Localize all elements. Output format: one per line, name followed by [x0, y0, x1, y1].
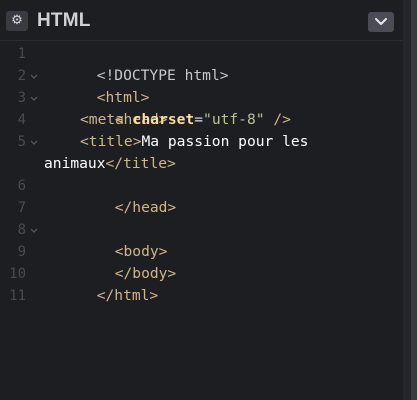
chevron-down-icon — [375, 18, 387, 25]
line-number: 11 — [9, 288, 26, 304]
line-number: 5 — [17, 134, 26, 150]
tag-token: /> — [264, 111, 291, 128]
panel-title: HTML — [37, 10, 91, 31]
text-token: animaux — [44, 155, 106, 172]
tag-token: <title> — [80, 133, 142, 150]
code-line-9[interactable]: </body> — [62, 241, 177, 282]
code-line-5-wrap[interactable]: animaux</title> — [44, 153, 176, 175]
fold-arrow-icon[interactable] — [30, 65, 38, 87]
line-number: 2 — [17, 68, 26, 84]
line-number: 10 — [9, 266, 26, 282]
tag-token: </html> — [96, 287, 159, 304]
code-line-4[interactable]: <meta charset="utf-8" /> — [80, 109, 291, 131]
line-number-gutter: 1 2 3 4 5 6 7 8 9 10 11 — [0, 40, 40, 400]
line-number: 8 — [17, 222, 26, 238]
line-number: 4 — [17, 112, 26, 128]
line-number: 9 — [17, 244, 26, 260]
code-line-5[interactable]: <title>Ma passion pour les — [80, 131, 308, 153]
attribute-token: charset — [132, 111, 195, 128]
code-line-3[interactable]: <head> — [62, 87, 168, 128]
window-edge — [411, 0, 417, 400]
code-editor[interactable]: 1 2 3 4 5 6 7 8 9 10 11 <!DOCTYPE html> … — [0, 40, 403, 400]
fold-arrow-icon[interactable] — [30, 87, 38, 109]
collapse-button[interactable] — [368, 12, 394, 32]
tag-token: <meta — [80, 111, 133, 128]
text-token: Ma passion pour les — [141, 133, 309, 150]
code-line-2[interactable]: <html> — [44, 65, 150, 106]
fold-arrow-icon[interactable] — [30, 131, 38, 153]
tag-token: </title> — [105, 155, 176, 172]
gear-icon: ⚙ — [11, 13, 23, 28]
string-token: "utf-8" — [203, 111, 265, 128]
line-number: 6 — [17, 178, 26, 194]
line-number: 7 — [17, 200, 26, 216]
code-line-6[interactable]: </head> — [62, 175, 177, 216]
code-line-1[interactable]: <!DOCTYPE html> — [44, 43, 229, 84]
code-line-8[interactable]: <body> — [62, 219, 168, 260]
equals-token: = — [194, 111, 204, 128]
settings-button[interactable]: ⚙ — [6, 11, 28, 31]
line-number: 1 — [17, 46, 26, 62]
html-editor-panel: ⚙ HTML 1 2 3 4 5 6 7 8 9 10 11 <!DOCTYPE… — [0, 0, 411, 400]
fold-arrow-icon[interactable] — [30, 219, 38, 241]
vertical-scrollbar[interactable] — [403, 0, 411, 400]
code-line-10[interactable]: </html> — [44, 263, 159, 304]
tag-token: </head> — [114, 199, 177, 216]
line-number: 3 — [17, 90, 26, 106]
panel-header: ⚙ HTML — [0, 0, 403, 41]
